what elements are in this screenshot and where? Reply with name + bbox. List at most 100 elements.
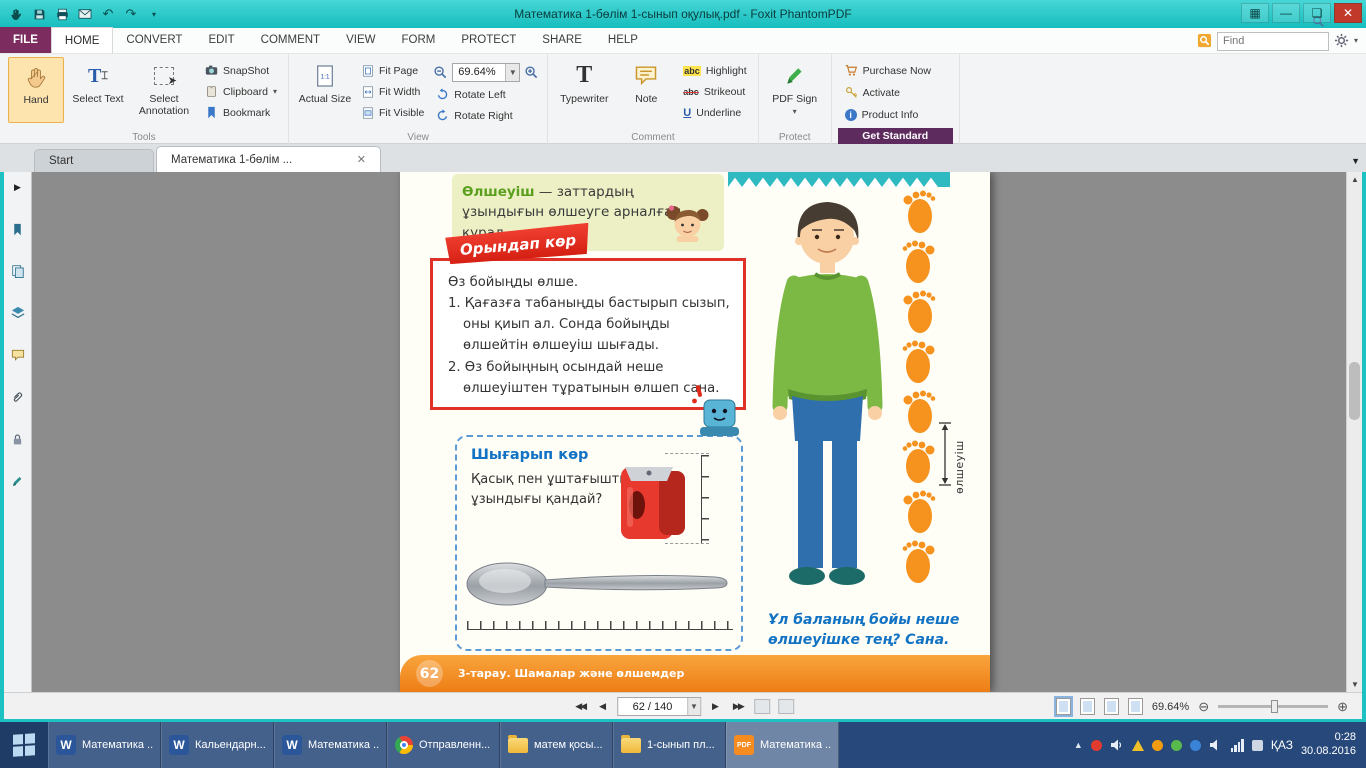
continuous-facing-view-button[interactable]: [1128, 698, 1143, 715]
fit-visible-button[interactable]: Fit Visible: [359, 103, 427, 122]
scroll-up-icon[interactable]: ▲: [1347, 172, 1363, 187]
tab-edit[interactable]: EDIT: [195, 27, 247, 53]
doc-tab-close-icon[interactable]: ✕: [357, 153, 366, 166]
bookmarks-panel-icon[interactable]: [9, 220, 27, 238]
pdf-sign-dropdown-icon[interactable]: ▾: [793, 107, 797, 116]
select-text-button[interactable]: T⌶ Select Text: [70, 57, 126, 123]
underline-button[interactable]: U Underline: [680, 103, 749, 122]
attachments-panel-icon[interactable]: [9, 388, 27, 406]
single-page-view-button[interactable]: [1056, 698, 1071, 715]
typewriter-button[interactable]: T Typewriter: [556, 57, 612, 123]
taskbar-item-chrome[interactable]: Отправленн...: [387, 722, 500, 768]
tab-form[interactable]: FORM: [388, 27, 448, 53]
previous-view-button[interactable]: [754, 699, 770, 714]
product-info-button[interactable]: i Product Info: [842, 105, 934, 124]
vertical-scrollbar[interactable]: ▲ ▼: [1346, 172, 1362, 692]
print-icon[interactable]: [54, 6, 70, 22]
audio-device-tray-icon[interactable]: [1209, 738, 1223, 752]
taskbar-item-folder-2[interactable]: 1-сынып пл...: [613, 722, 726, 768]
taskbar-item-word-3[interactable]: W Математика ...: [274, 722, 387, 768]
zoom-slider-thumb[interactable]: [1271, 700, 1278, 713]
clipboard-button[interactable]: Clipboard ▾: [202, 82, 280, 101]
pdf-sign-button[interactable]: PDF Sign ▾: [767, 57, 823, 123]
continuous-view-button[interactable]: [1080, 698, 1095, 715]
actual-size-button[interactable]: 1:1 Actual Size: [297, 57, 353, 123]
taskbar-item-word-2[interactable]: W Кальендарн...: [161, 722, 274, 768]
rotate-right-button[interactable]: Rotate Right: [433, 106, 539, 125]
undo-icon[interactable]: ↶: [100, 6, 116, 22]
zoom-out-icon[interactable]: [433, 65, 448, 80]
document-canvas[interactable]: Өлшеуіш — заттардың ұзындығын өлшеуге ар…: [32, 172, 1346, 692]
fit-width-button[interactable]: Fit Width: [359, 82, 427, 101]
tab-help[interactable]: HELP: [595, 27, 651, 53]
tab-comment[interactable]: COMMENT: [248, 27, 333, 53]
taskbar-clock[interactable]: 0:28 30.08.2016: [1301, 731, 1356, 759]
purchase-now-button[interactable]: Purchase Now: [842, 61, 934, 80]
activate-button[interactable]: Activate: [842, 83, 934, 102]
security-panel-icon[interactable]: [9, 430, 27, 448]
previous-page-button[interactable]: ◀: [596, 699, 609, 714]
zoom-slider[interactable]: [1218, 705, 1328, 708]
note-button[interactable]: Note: [618, 57, 674, 123]
hidden-icons-chevron[interactable]: ▲: [1074, 740, 1083, 750]
snapshot-button[interactable]: SnapShot: [202, 61, 280, 80]
last-page-button[interactable]: ▶▶: [730, 699, 746, 714]
ribbon-layout-icon[interactable]: ▦: [1241, 3, 1269, 23]
hand-tool-icon[interactable]: [8, 6, 24, 22]
rotate-left-button[interactable]: Rotate Left: [433, 85, 539, 104]
highlight-button[interactable]: abc Highlight: [680, 61, 749, 80]
clipboard-dropdown-icon[interactable]: ▾: [273, 87, 277, 96]
tab-list-dropdown-icon[interactable]: ▼: [1351, 156, 1360, 166]
zoom-out-button[interactable]: ⊖: [1198, 699, 1209, 715]
gear-dropdown-icon[interactable]: ▾: [1354, 36, 1358, 45]
expand-panel-icon[interactable]: ▶: [9, 178, 27, 196]
update-tray-icon[interactable]: [1152, 740, 1163, 751]
tab-share[interactable]: SHARE: [529, 27, 595, 53]
page-dropdown-icon[interactable]: ▼: [687, 698, 700, 715]
start-button[interactable]: [0, 722, 48, 768]
fit-page-button[interactable]: Fit Page: [359, 61, 427, 80]
bookmark-button[interactable]: Bookmark: [202, 103, 280, 122]
first-page-button[interactable]: ◀◀: [572, 699, 588, 714]
messenger-tray-icon[interactable]: [1190, 740, 1201, 751]
language-indicator[interactable]: ҚАЗ: [1271, 738, 1293, 752]
pages-panel-icon[interactable]: [9, 262, 27, 280]
save-icon[interactable]: [31, 6, 47, 22]
facing-view-button[interactable]: [1104, 698, 1119, 715]
doc-tab-start[interactable]: Start: [34, 149, 154, 172]
tab-home[interactable]: HOME: [51, 27, 114, 53]
hand-tool-button[interactable]: Hand: [8, 57, 64, 123]
zoom-dropdown-icon[interactable]: ▼: [505, 64, 519, 81]
close-button[interactable]: ✕: [1334, 3, 1362, 23]
tab-file[interactable]: FILE: [0, 27, 51, 53]
restore-button[interactable]: ❏: [1303, 3, 1331, 23]
network-tray-icon[interactable]: [1231, 739, 1244, 752]
usb-tray-icon[interactable]: [1252, 740, 1263, 751]
get-standard-banner[interactable]: Get Standard: [838, 128, 953, 144]
sync-tray-icon[interactable]: [1171, 740, 1182, 751]
next-page-button[interactable]: ▶: [709, 699, 722, 714]
layers-panel-icon[interactable]: [9, 304, 27, 322]
scroll-down-icon[interactable]: ▼: [1347, 677, 1363, 692]
strikeout-button[interactable]: abc Strikeout: [680, 82, 749, 101]
taskbar-item-foxit[interactable]: PDF Математика ...: [726, 722, 839, 768]
tab-convert[interactable]: CONVERT: [113, 27, 195, 53]
email-icon[interactable]: [77, 6, 93, 22]
warning-tray-icon[interactable]: [1132, 740, 1144, 751]
page-number-box[interactable]: 62 / 140 ▼: [617, 697, 701, 716]
tab-protect[interactable]: PROTECT: [448, 27, 529, 53]
tab-view[interactable]: VIEW: [333, 27, 388, 53]
comments-panel-icon[interactable]: [9, 346, 27, 364]
redo-icon[interactable]: ↷: [123, 6, 139, 22]
taskbar-item-word-1[interactable]: W Математика ...: [48, 722, 161, 768]
zoom-in-button[interactable]: ⊕: [1337, 699, 1348, 715]
doc-tab-current[interactable]: Математика 1-бөлім ... ✕: [156, 146, 381, 172]
antivirus-tray-icon[interactable]: [1091, 740, 1102, 751]
next-view-button[interactable]: [778, 699, 794, 714]
scrollbar-thumb[interactable]: [1349, 362, 1360, 420]
taskbar-item-folder-1[interactable]: матем қосы...: [500, 722, 613, 768]
volume-tray-icon[interactable]: [1110, 738, 1124, 752]
find-input[interactable]: [1217, 32, 1329, 51]
minimize-button[interactable]: —: [1272, 3, 1300, 23]
select-annotation-button[interactable]: ➤ Select Annotation: [132, 57, 196, 123]
